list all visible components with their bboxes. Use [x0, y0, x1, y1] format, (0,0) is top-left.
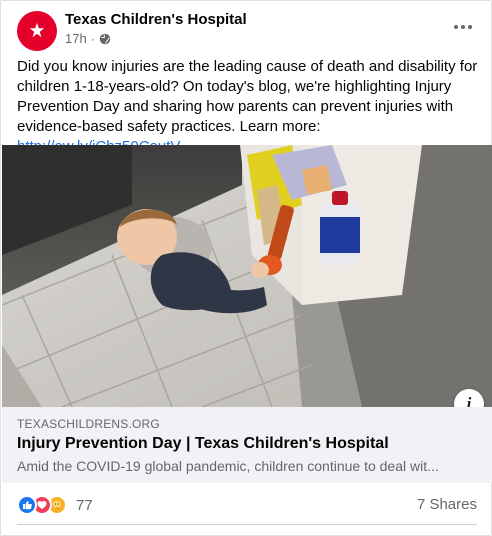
- link-title[interactable]: Injury Prevention Day | Texas Children's…: [17, 435, 389, 453]
- action-divider: [17, 524, 477, 525]
- child-at-cabinet-photo: [2, 145, 492, 407]
- reaction-count: 77: [76, 496, 93, 514]
- post-body: Did you know injuries are the leading ca…: [17, 57, 481, 157]
- logo-star-icon: [29, 22, 45, 37]
- link-description: Amid the COVID-19 global pandemic, child…: [17, 458, 439, 474]
- link-preview[interactable]: TEXASCHILDRENS.ORG Injury Prevention Day…: [2, 407, 492, 483]
- page-name[interactable]: Texas Children's Hospital: [65, 11, 247, 28]
- avatar[interactable]: [17, 11, 57, 51]
- post-header: Texas Children's Hospital 17h ·: [17, 9, 477, 51]
- more-options-button[interactable]: [449, 13, 477, 41]
- post-meta: 17h ·: [65, 31, 111, 46]
- post-body-text: Did you know injuries are the leading ca…: [17, 58, 478, 135]
- reactions-summary[interactable]: 77: [17, 495, 93, 515]
- like-icon: [17, 495, 37, 515]
- shares-count[interactable]: 7 Shares: [417, 496, 477, 513]
- engagement-stats: 77 7 Shares: [17, 493, 477, 517]
- globe-icon[interactable]: [99, 33, 111, 45]
- post-card: Texas Children's Hospital 17h · Did you …: [0, 0, 492, 536]
- link-domain: TEXASCHILDRENS.ORG: [17, 417, 160, 431]
- more-options-icon: [454, 25, 458, 29]
- post-timestamp[interactable]: 17h: [65, 31, 87, 46]
- post-image[interactable]: i: [2, 145, 492, 407]
- meta-separator: ·: [90, 31, 95, 46]
